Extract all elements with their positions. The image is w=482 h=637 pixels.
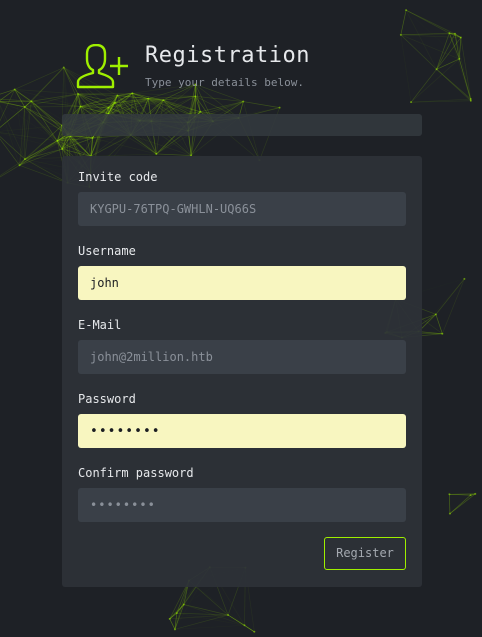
- network-line: [400, 10, 407, 35]
- network-node: [434, 313, 437, 316]
- network-line: [436, 33, 456, 70]
- page: Registration Type your details below. In…: [0, 0, 482, 637]
- password-label: Password: [78, 392, 136, 406]
- email-label: E-Mail: [78, 318, 122, 332]
- confirm-password-field[interactable]: ••••••••: [78, 488, 406, 522]
- network-line: [189, 581, 245, 626]
- page-subtitle: Type your details below.: [145, 76, 304, 89]
- network-node: [227, 613, 230, 616]
- network-node: [459, 36, 462, 39]
- network-line: [0, 102, 57, 141]
- network-node: [56, 139, 59, 142]
- network-node: [399, 33, 402, 36]
- network-node: [448, 32, 451, 35]
- network-node: [441, 332, 444, 335]
- password-value: ••••••••: [90, 424, 161, 439]
- network-node: [199, 110, 202, 113]
- network-node: [13, 88, 16, 91]
- network-line: [441, 278, 465, 334]
- network-node: [463, 277, 466, 280]
- register-button[interactable]: Register: [324, 537, 406, 570]
- email-field[interactable]: john@2million.htb: [78, 340, 406, 374]
- network-node: [469, 99, 472, 102]
- registration-form: Invite code KYGPU-76TPQ-GWHLN-UQ66S User…: [62, 156, 422, 587]
- network-node: [23, 105, 26, 108]
- network-node: [405, 9, 408, 12]
- network-node: [62, 66, 65, 69]
- network-node: [61, 148, 64, 151]
- network-node: [162, 99, 165, 102]
- network-line: [183, 604, 245, 626]
- network-node: [435, 68, 438, 71]
- network-node: [194, 95, 197, 98]
- invite-code-label: Invite code: [78, 170, 158, 184]
- user-plus-icon: [76, 44, 128, 89]
- network-node: [242, 100, 245, 103]
- network-line: [14, 67, 64, 90]
- network-node: [253, 630, 256, 633]
- network-node: [474, 492, 477, 495]
- network-line: [0, 68, 64, 102]
- network-node: [410, 101, 413, 104]
- network-node: [116, 94, 119, 97]
- username-label: Username: [78, 244, 136, 258]
- network-node: [23, 158, 26, 161]
- page-header: Registration Type your details below.: [76, 42, 416, 92]
- network-node: [147, 97, 150, 100]
- network-line: [244, 625, 255, 633]
- network-node: [448, 493, 451, 496]
- network-line: [200, 101, 244, 113]
- username-field[interactable]: john: [78, 266, 406, 300]
- confirm-password-label: Confirm password: [78, 466, 194, 480]
- network-line: [169, 618, 176, 630]
- network-node: [30, 100, 33, 103]
- network-line: [174, 614, 229, 630]
- network-node: [278, 106, 281, 109]
- network-line: [436, 33, 450, 70]
- page-title: Registration: [145, 43, 310, 68]
- network-line: [419, 279, 465, 332]
- network-node: [458, 57, 461, 60]
- network-line: [31, 67, 65, 102]
- network-line: [175, 625, 245, 629]
- network-line: [435, 314, 443, 334]
- network-node: [131, 92, 134, 95]
- network-node: [77, 92, 80, 95]
- network-node: [175, 612, 178, 615]
- network-node: [18, 164, 21, 167]
- network-line: [435, 278, 465, 315]
- network-line: [410, 58, 460, 103]
- network-line: [243, 101, 280, 108]
- network-node: [107, 106, 110, 109]
- network-node: [91, 137, 94, 140]
- network-node: [79, 105, 82, 108]
- network-node: [182, 603, 185, 606]
- network-node: [469, 98, 472, 101]
- network-node: [113, 101, 116, 104]
- network-node: [168, 617, 171, 620]
- invite-code-field[interactable]: KYGPU-76TPQ-GWHLN-UQ66S: [78, 192, 406, 226]
- confirm-password-placeholder: ••••••••: [90, 498, 156, 512]
- network-line: [400, 34, 461, 38]
- network-line: [449, 493, 476, 514]
- network-node: [173, 628, 176, 631]
- alert-bar: [62, 114, 422, 136]
- network-line: [455, 34, 471, 101]
- network-node: [243, 624, 246, 627]
- network-line: [449, 494, 451, 514]
- network-line: [0, 125, 63, 132]
- network-node: [454, 32, 457, 35]
- network-node: [448, 512, 451, 515]
- network-line: [405, 9, 456, 35]
- network-node: [155, 152, 158, 155]
- network-node: [469, 494, 472, 497]
- password-field[interactable]: ••••••••: [78, 414, 406, 448]
- network-line: [78, 92, 133, 95]
